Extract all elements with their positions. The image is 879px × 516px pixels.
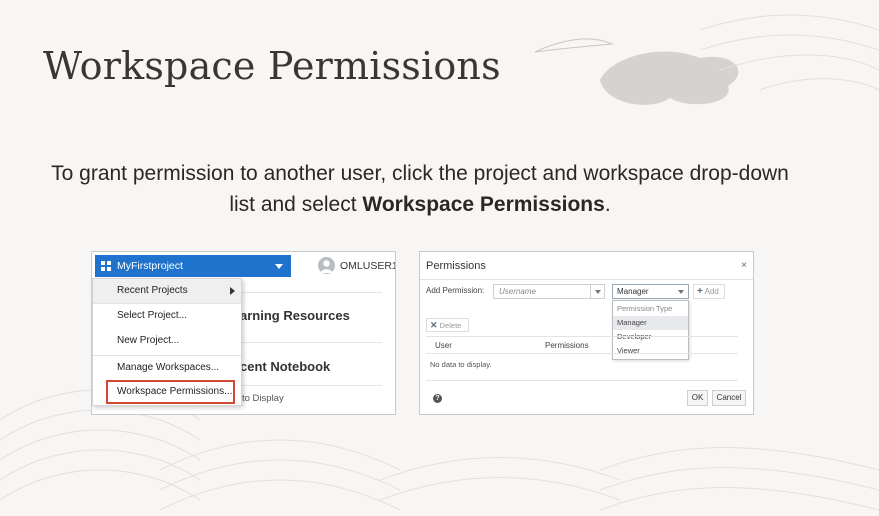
permission-type-dropdown: Permission Type Manager Developer Viewer xyxy=(612,300,689,360)
divider xyxy=(242,385,382,386)
add-button[interactable]: + Add xyxy=(693,284,725,299)
chevron-right-icon xyxy=(230,287,235,295)
username-placeholder: Username xyxy=(499,287,536,296)
close-icon[interactable]: × xyxy=(741,260,747,271)
menu-item-recent-projects[interactable]: Recent Projects xyxy=(93,279,241,303)
ok-button[interactable]: OK xyxy=(687,390,708,406)
permission-type-select[interactable]: Manager xyxy=(612,284,689,299)
menu-item-label: Recent Projects xyxy=(117,285,188,296)
table-top-rule xyxy=(426,336,738,337)
instruction-text: To grant permission to another user, cli… xyxy=(40,158,800,220)
dropdown-option-manager[interactable]: Manager xyxy=(613,316,688,330)
dropdown-option-developer[interactable]: Developer xyxy=(613,330,688,344)
divider xyxy=(242,292,382,293)
chevron-down-icon xyxy=(678,290,684,294)
dropdown-option-header: Permission Type xyxy=(617,304,673,313)
help-icon[interactable]: ? xyxy=(433,394,442,403)
instruction-bold: Workspace Permissions xyxy=(362,193,605,216)
divider xyxy=(242,342,382,343)
menu-item-select-project[interactable]: Select Project... xyxy=(93,304,241,328)
menu-item-manage-workspaces[interactable]: Manage Workspaces... xyxy=(93,356,241,380)
project-menu-screenshot: MyFirstproject [OMLUSER1SAMPLE] OMLUSER1… xyxy=(91,251,396,415)
page-small-text: to Display xyxy=(242,393,284,404)
dropdown-option-viewer[interactable]: Viewer xyxy=(613,344,688,358)
footer-rule xyxy=(426,380,738,381)
slide-title: Workspace Permissions xyxy=(43,44,501,88)
delete-button-label: Delete xyxy=(439,321,462,330)
add-button-label: Add xyxy=(704,287,719,296)
divider xyxy=(420,279,753,280)
project-workspace-dropdown-button[interactable]: MyFirstproject [OMLUSER1SAMPLE] xyxy=(95,255,291,294)
delete-x-icon: ✕ xyxy=(430,320,438,330)
page-heading-learning: arning Resources xyxy=(240,308,350,323)
add-permission-label: Add Permission: xyxy=(426,286,485,295)
permission-type-value: Manager xyxy=(617,287,649,296)
user-icon xyxy=(320,260,333,273)
permissions-dialog-screenshot: Permissions × Add Permission: Username M… xyxy=(419,251,754,415)
instruction-suffix: . xyxy=(604,193,611,216)
dialog-title: Permissions xyxy=(426,260,486,272)
chevron-down-icon xyxy=(275,264,283,269)
delete-button[interactable]: ✕ Delete xyxy=(426,318,469,332)
avatar xyxy=(318,257,335,274)
empty-table-message: No data to display. xyxy=(430,360,492,369)
menu-item-new-project[interactable]: New Project... xyxy=(93,329,241,353)
column-header-permissions: Permissions xyxy=(545,341,589,350)
cancel-button[interactable]: Cancel xyxy=(712,390,746,406)
column-header-user: User xyxy=(435,341,452,350)
grid-icon xyxy=(101,261,111,271)
plus-icon: + xyxy=(697,286,703,297)
chevron-down-icon xyxy=(590,285,604,298)
page-heading-notebook: cent Notebook xyxy=(240,359,331,374)
menu-item-workspace-permissions[interactable]: Workspace Permissions... xyxy=(106,380,235,404)
user-name: OMLUSER1 xyxy=(340,260,396,272)
project-dropdown-menu: Recent Projects Select Project... New Pr… xyxy=(92,278,242,406)
table-header-rule xyxy=(426,353,738,354)
username-input[interactable]: Username xyxy=(493,284,605,299)
